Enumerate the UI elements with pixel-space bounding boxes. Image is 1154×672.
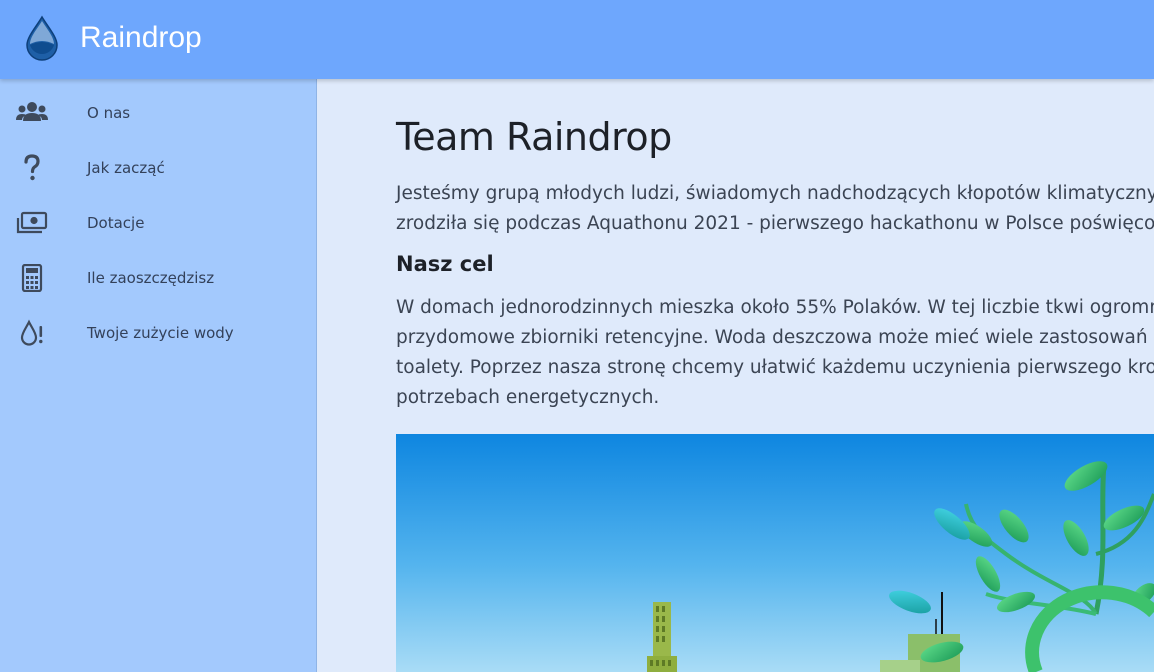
money-bill-icon	[16, 211, 48, 234]
users-icon	[16, 102, 48, 121]
water-drop-icon[interactable]	[24, 15, 60, 61]
paragraph-line: toalety. Poprzez nasza stronę chcemy uła…	[396, 357, 1154, 378]
sidebar-item-twoje-zuzycie-wody[interactable]: Twoje zużycie wody	[0, 306, 316, 360]
sidebar-item-jak-zaczac[interactable]: Jak zacząć	[0, 141, 316, 195]
goal-paragraph: W domach jednorodzinnych mieszka około 5…	[396, 293, 1154, 413]
paragraph-line: W domach jednorodzinnych mieszka około 5…	[396, 297, 1154, 318]
calculator-icon	[21, 264, 43, 292]
question-mark-icon	[24, 154, 40, 181]
app-title[interactable]: Raindrop	[80, 18, 202, 58]
sidebar-item-ile-zaoszczedzisz[interactable]: Ile zaoszczędzisz	[0, 251, 316, 305]
sidebar-item-label: Ile zaoszczędzisz	[87, 269, 215, 287]
water-drop-alert-icon	[20, 319, 43, 346]
intro-line: Jesteśmy grupą młodych ludzi, świadomych…	[396, 183, 1154, 204]
sidebar-item-dotacje[interactable]: Dotacje	[0, 196, 316, 250]
main-content: Team Raindrop Jesteśmy grupą młodych lud…	[317, 79, 1154, 672]
paragraph-line: potrzebach energetycznych.	[396, 387, 660, 408]
section-title: Nasz cel	[396, 252, 494, 276]
sidebar-item-label: Dotacje	[87, 214, 145, 232]
paragraph-line: przydomowe zbiorniki retencyjne. Woda de…	[396, 327, 1154, 348]
sidebar-item-o-nas[interactable]: O nas	[0, 86, 316, 140]
intro-line: zrodziła się podczas Aquathonu 2021 - pi…	[396, 213, 1154, 234]
intro-paragraph: Jesteśmy grupą młodych ludzi, świadomych…	[396, 179, 1154, 239]
page-title: Team Raindrop	[396, 115, 672, 159]
sidebar-item-label: Jak zacząć	[87, 159, 165, 177]
sidebar-nav: O nas Jak zacząć Dotacje Ile zaoszczędzi…	[0, 79, 317, 672]
top-app-bar: Raindrop	[0, 0, 1154, 79]
sidebar-item-label: O nas	[87, 104, 131, 122]
sidebar-item-label: Twoje zużycie wody	[87, 324, 234, 342]
hero-illustration	[396, 434, 1154, 672]
